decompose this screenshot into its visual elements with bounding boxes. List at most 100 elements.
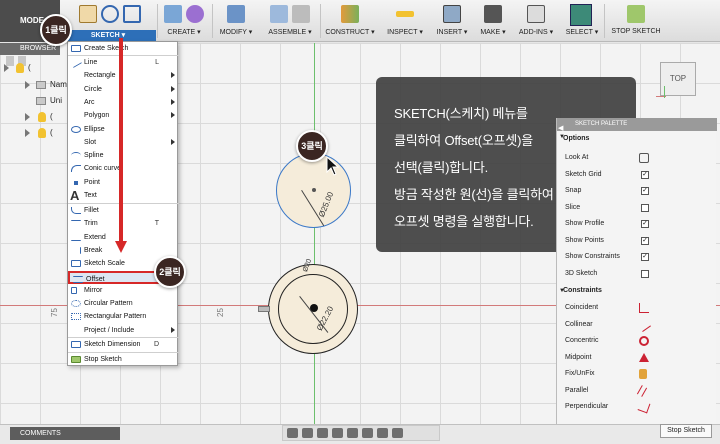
palette-options-section[interactable]: Options: [557, 132, 717, 146]
3d-sketch-checkbox[interactable]: [641, 269, 649, 278]
palette-collapse-icon[interactable]: ◀: [558, 124, 563, 132]
box-icon[interactable]: [164, 5, 182, 23]
pan-icon[interactable]: [317, 428, 328, 438]
palette-slice[interactable]: Slice: [557, 200, 717, 217]
toolbar-group-modify[interactable]: MODIFY ▾: [213, 0, 259, 42]
menu-item-point[interactable]: Point: [68, 176, 179, 189]
fit-icon[interactable]: [347, 428, 358, 438]
viewports-icon[interactable]: [392, 428, 403, 438]
sketch-menu-button[interactable]: SKETCH ▾: [60, 30, 156, 41]
menu-item-circle[interactable]: Circle: [68, 83, 179, 96]
constraint-coincident[interactable]: Coincident: [557, 300, 717, 317]
constraint-fix-unfix[interactable]: Fix/UnFix: [557, 366, 717, 383]
coincident-icon[interactable]: [639, 303, 649, 313]
stop-sketch-icon[interactable]: [627, 5, 645, 23]
toolbar-group-insert[interactable]: INSERT ▾: [432, 0, 472, 42]
perpendicular-icon[interactable]: [637, 400, 651, 414]
orbit-icon[interactable]: [287, 428, 298, 438]
modify-icon[interactable]: [227, 5, 245, 23]
insert-image-icon[interactable]: [443, 5, 461, 23]
slice-checkbox[interactable]: [641, 203, 649, 212]
browser-row-named-views[interactable]: Nam: [0, 78, 67, 92]
visibility-bulb-icon[interactable]: [38, 112, 46, 122]
menu-item-conic-curve[interactable]: Conic curve: [68, 162, 179, 175]
collinear-icon[interactable]: [637, 317, 651, 332]
show-constraints-checkbox[interactable]: ✓: [641, 253, 649, 261]
visibility-bulb-icon[interactable]: [38, 128, 46, 138]
toolbar-group-construct[interactable]: CONSTRUCT ▾: [322, 0, 378, 42]
toolbar-group-assemble[interactable]: ASSEMBLE ▾: [262, 0, 318, 42]
expand-icon[interactable]: [25, 113, 30, 121]
menu-item-create-sketch[interactable]: Create Sketch: [68, 42, 179, 55]
menu-item-text[interactable]: A Text: [68, 189, 179, 202]
visibility-bulb-icon[interactable]: [16, 63, 24, 73]
printer-icon[interactable]: [484, 5, 502, 23]
component-icon[interactable]: [270, 5, 288, 23]
comments-panel[interactable]: COMMENTS: [10, 427, 120, 440]
constraint-concentric[interactable]: Concentric: [557, 333, 717, 350]
rectangle-icon[interactable]: [123, 5, 141, 23]
show-points-checkbox[interactable]: ✓: [641, 236, 649, 245]
palette-look-at[interactable]: Look At: [557, 150, 717, 167]
menu-item-line[interactable]: Line L: [68, 56, 179, 69]
constraint-perpendicular[interactable]: Perpendicular: [557, 399, 717, 416]
menu-item-stop-sketch[interactable]: Stop Sketch: [68, 353, 179, 366]
display-settings-icon[interactable]: [362, 428, 373, 438]
plane-icon[interactable]: [341, 5, 359, 23]
expand-icon[interactable]: [25, 129, 30, 137]
toolbar-group-select[interactable]: SELECT ▾: [562, 0, 602, 42]
parallel-icon[interactable]: [636, 384, 648, 397]
constraints-expand-icon[interactable]: ▼: [559, 288, 565, 294]
browser-row-units[interactable]: Uni: [0, 94, 62, 108]
browser-row-sketches[interactable]: (: [0, 126, 60, 140]
midpoint-icon[interactable]: [639, 352, 649, 362]
menu-item-rectangle[interactable]: Rectangle: [68, 69, 179, 82]
expand-icon[interactable]: [4, 64, 9, 72]
constraint-parallel[interactable]: Parallel: [557, 383, 717, 400]
menu-item-arc[interactable]: Arc: [68, 96, 179, 109]
menu-item-circular-pattern[interactable]: Circular Pattern: [68, 297, 179, 310]
palette-sketch-grid[interactable]: Sketch Grid ✓: [557, 167, 717, 184]
menu-item-rectangular-pattern[interactable]: Rectangular Pattern: [68, 310, 179, 323]
menu-item-trim[interactable]: Trim T: [68, 217, 179, 230]
scripts-icon[interactable]: [527, 5, 545, 23]
lock-icon[interactable]: [639, 369, 647, 379]
snap-checkbox[interactable]: ✓: [641, 187, 649, 195]
browser-row-root[interactable]: (: [0, 61, 60, 75]
menu-item-ellipse[interactable]: Ellipse: [68, 123, 179, 136]
sketch-grid-checkbox[interactable]: ✓: [641, 170, 649, 179]
sphere-icon[interactable]: [186, 5, 204, 23]
create-sketch-icon[interactable]: [79, 5, 97, 23]
toolbar-group-make[interactable]: MAKE ▾: [476, 0, 510, 42]
constraint-collinear[interactable]: Collinear: [557, 317, 717, 334]
measure-icon[interactable]: [396, 11, 414, 17]
toolbar-group-addins[interactable]: ADD-INS ▾: [514, 0, 558, 42]
browser-row-origin[interactable]: (: [0, 110, 60, 124]
toolbar-group-stop-sketch[interactable]: STOP SKETCH: [606, 0, 666, 42]
palette-show-points[interactable]: Show Points ✓: [557, 233, 717, 250]
arc-icon[interactable]: [101, 5, 119, 23]
menu-item-spline[interactable]: Spline: [68, 149, 179, 162]
palette-snap[interactable]: Snap ✓: [557, 183, 717, 200]
look-at-icon[interactable]: [639, 153, 649, 163]
palette-constraints-section[interactable]: Constraints: [557, 284, 717, 298]
options-expand-icon[interactable]: ▼: [559, 134, 565, 140]
menu-item-sketch-dimension[interactable]: Sketch Dimension D: [68, 338, 179, 351]
view-cube[interactable]: TOP: [660, 62, 696, 96]
grid-settings-icon[interactable]: [377, 428, 388, 438]
look-at-nav-icon[interactable]: [302, 428, 313, 438]
zoom-icon[interactable]: [332, 428, 343, 438]
palette-show-profile[interactable]: Show Profile ✓: [557, 216, 717, 233]
stop-sketch-button[interactable]: Stop Sketch: [660, 424, 712, 438]
show-profile-checkbox[interactable]: ✓: [641, 220, 649, 228]
menu-item-project-include[interactable]: Project / Include: [68, 324, 179, 337]
menu-item-fillet[interactable]: Fillet: [68, 204, 179, 217]
expand-icon[interactable]: [25, 81, 30, 89]
palette-show-constraints[interactable]: Show Constraints ✓: [557, 249, 717, 266]
menu-item-slot[interactable]: Slot: [68, 136, 179, 149]
palette-3d-sketch[interactable]: 3D Sketch: [557, 266, 717, 283]
constraint-midpoint[interactable]: Midpoint: [557, 350, 717, 367]
palette-header[interactable]: SKETCH PALETTE: [557, 118, 717, 131]
toolbar-group-inspect[interactable]: INSPECT ▾: [384, 0, 426, 42]
menu-item-polygon[interactable]: Polygon: [68, 109, 179, 122]
